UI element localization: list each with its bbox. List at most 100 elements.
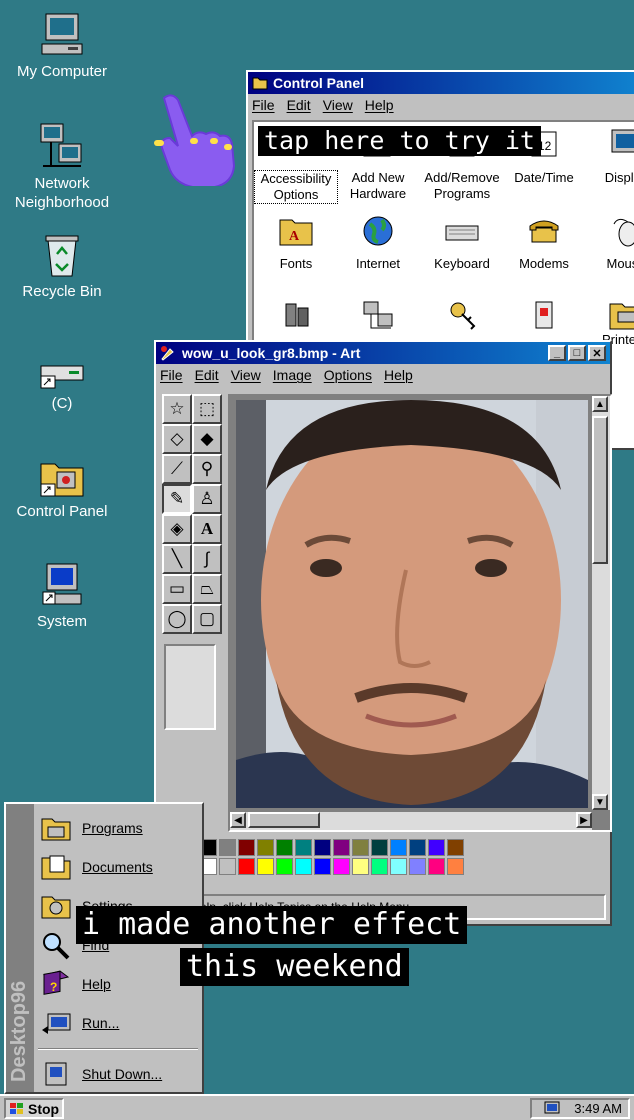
magnifier-tool[interactable]: ⚲ [192, 454, 222, 484]
polygon-tool[interactable]: ⏢ [192, 574, 222, 604]
cp-item-internet[interactable]: Internet [336, 214, 420, 272]
cp-item-keyboard[interactable]: Keyboard [420, 214, 504, 272]
fill-tool[interactable]: ◆ [192, 424, 222, 454]
power-icon [535, 301, 553, 329]
cp-item-row3-c[interactable] [420, 298, 504, 340]
scroll-down-button[interactable]: ▼ [592, 794, 608, 810]
canvas-photo[interactable] [236, 400, 588, 808]
palette-swatch[interactable] [333, 839, 350, 856]
menu-view[interactable]: View [231, 367, 261, 383]
palette-swatch[interactable] [333, 858, 350, 875]
start-item-shutdown[interactable]: Shut Down... [40, 1056, 200, 1092]
palette-swatch[interactable] [219, 839, 236, 856]
cp-item-row3-b[interactable] [336, 298, 420, 340]
menu-file[interactable]: File [160, 367, 183, 383]
palette-swatch[interactable] [447, 839, 464, 856]
brush-tool[interactable]: ♙ [192, 484, 222, 514]
tool-options-box[interactable] [164, 644, 216, 730]
start-item-run[interactable]: Run... [40, 1005, 200, 1041]
curve-tool[interactable]: ∫ [192, 544, 222, 574]
palette-swatch[interactable] [257, 839, 274, 856]
pencil-tool[interactable]: ✎ [162, 484, 192, 514]
cp-item-fonts[interactable]: A Fonts [254, 214, 338, 272]
palette-swatch[interactable] [352, 858, 369, 875]
menu-view[interactable]: View [323, 97, 353, 113]
cp-item-row3-d[interactable] [502, 298, 586, 340]
menu-options[interactable]: Options [324, 367, 372, 383]
paint-titlebar[interactable]: wow_u_look_gr8.bmp - Art _ □ ✕ [156, 342, 610, 364]
palette-swatch[interactable] [238, 858, 255, 875]
desktop-icon-my-computer[interactable]: My Computer [8, 12, 116, 81]
rectangle-tool[interactable]: ▭ [162, 574, 192, 604]
horizontal-scrollbar[interactable]: ◀ ▶ [230, 812, 592, 830]
desktop-icon-recycle-bin[interactable]: Recycle Bin [8, 232, 116, 301]
line-tool[interactable]: ╲ [162, 544, 192, 574]
text-tool[interactable]: A [192, 514, 222, 544]
menu-edit[interactable]: Edit [195, 367, 219, 383]
maximize-button[interactable]: □ [568, 345, 586, 361]
palette-swatch[interactable] [238, 839, 255, 856]
cp-item-printers[interactable]: Printer [584, 298, 634, 348]
ellipse-tool[interactable]: ◯ [162, 604, 192, 634]
desktop-icon-control-panel[interactable]: Control Panel [8, 456, 116, 521]
close-button[interactable]: ✕ [588, 345, 606, 361]
cp-item-display[interactable]: Display [584, 128, 634, 186]
start-button[interactable]: Stop [4, 1098, 64, 1119]
palette-swatch[interactable] [276, 858, 293, 875]
palette-swatch[interactable] [428, 839, 445, 856]
menu-file[interactable]: File [252, 97, 275, 113]
palette-swatch[interactable] [352, 839, 369, 856]
menu-help[interactable]: Help [365, 97, 394, 113]
scroll-right-button[interactable]: ▶ [576, 812, 592, 828]
palette-swatch[interactable] [314, 839, 331, 856]
palette-swatch[interactable] [219, 858, 236, 875]
eyedropper-tool[interactable]: ⟋ [162, 454, 192, 484]
scroll-thumb[interactable] [592, 416, 608, 564]
cp-item-row3-a[interactable] [254, 298, 338, 340]
palette-swatch[interactable] [390, 839, 407, 856]
palette-swatch[interactable] [409, 839, 426, 856]
control-panel-titlebar[interactable]: Control Panel [248, 72, 634, 94]
desktop-icon-network[interactable]: Network Neighborhood [8, 122, 116, 212]
hscroll-thumb[interactable] [248, 812, 320, 828]
palette-swatch[interactable] [409, 858, 426, 875]
minimize-button[interactable]: _ [548, 345, 566, 361]
scroll-left-button[interactable]: ◀ [230, 812, 246, 828]
palette-swatch[interactable] [371, 858, 388, 875]
palette-swatch[interactable] [314, 858, 331, 875]
palette-swatch[interactable] [371, 839, 388, 856]
computer-icon [41, 13, 83, 55]
menu-image[interactable]: Image [273, 367, 312, 383]
start-item-programs[interactable]: Programs [40, 810, 200, 846]
scroll-up-button[interactable]: ▲ [592, 396, 608, 412]
palette-swatch[interactable] [447, 858, 464, 875]
rect-select-tool[interactable]: ⬚ [192, 394, 222, 424]
desktop-icon-system[interactable]: System [8, 562, 116, 631]
control-panel-menubar: File Edit View Help [248, 94, 634, 116]
passwords-icon [450, 302, 476, 330]
airbrush-tool[interactable]: ◈ [162, 514, 192, 544]
palette-swatch[interactable] [257, 858, 274, 875]
pointing-hand-icon [154, 94, 236, 186]
eraser-tool[interactable]: ◇ [162, 424, 192, 454]
menu-edit[interactable]: Edit [287, 97, 311, 113]
palette-swatch[interactable] [295, 858, 312, 875]
vertical-scrollbar[interactable]: ▲ ▼ [592, 396, 610, 810]
desktop-icon-drive-c[interactable]: (C) [8, 362, 116, 413]
tap-here-caption[interactable]: tap here to try it [258, 126, 541, 156]
free-select-tool[interactable]: ☆ [162, 394, 192, 424]
tray-app-icon[interactable] [544, 1101, 562, 1117]
cp-item-modems[interactable]: Modems [502, 214, 586, 272]
palette-swatch[interactable] [390, 858, 407, 875]
cp-item-mouse[interactable]: Mouse [584, 214, 634, 272]
menu-help[interactable]: Help [384, 367, 413, 383]
start-item-documents[interactable]: Documents [40, 849, 200, 885]
display-icon [611, 129, 634, 153]
palette-swatch[interactable] [295, 839, 312, 856]
palette-swatch[interactable] [276, 839, 293, 856]
paint-title: wow_u_look_gr8.bmp - Art [182, 345, 361, 361]
rounded-rect-tool[interactable]: ▢ [192, 604, 222, 634]
start-item-help[interactable]: ? Help [40, 966, 200, 1002]
settings-icon [41, 896, 71, 919]
palette-swatch[interactable] [428, 858, 445, 875]
